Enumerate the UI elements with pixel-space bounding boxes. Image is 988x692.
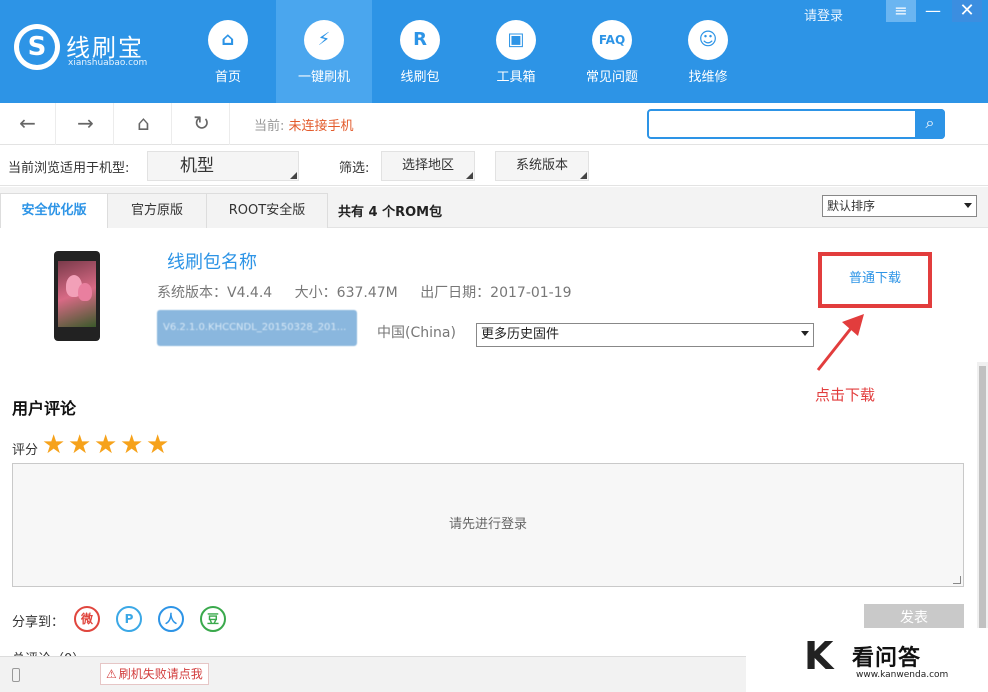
tab-root-safe[interactable]: ROOT安全版 [206, 193, 328, 228]
rom-meta: 系统版本：V4.4.4 大小：637.47M 出厂日期：2017-01-19 [157, 282, 590, 302]
download-button[interactable]: 普通下载 [822, 256, 928, 304]
renren-icon[interactable]: 人 [158, 606, 184, 632]
phone-thumbnail [54, 251, 100, 341]
watermark: K 看问答 www.kanwenda.com [746, 628, 988, 692]
resize-grip-icon[interactable] [953, 576, 961, 584]
star-icon[interactable]: ★ [42, 432, 68, 458]
forward-icon[interactable]: → [58, 103, 114, 145]
watermark-logo-icon: K [804, 634, 834, 678]
watermark-url: www.kanwenda.com [856, 670, 949, 680]
flash-fail-text: 刷机失败请点我 [118, 667, 203, 681]
search-icon[interactable]: ⌕ [915, 109, 945, 139]
app-logo: S 线刷宝 xianshuabao.com [14, 24, 194, 74]
nav-home[interactable]: ⌂ 首页 [180, 0, 276, 103]
weibo-icon[interactable]: 微 [74, 606, 100, 632]
model-label: 当前浏览适用于机型: [8, 161, 130, 176]
toolbar: ← → ⌂ ↻ 当前: 未连接手机 ⌕ [0, 103, 988, 145]
menu-icon[interactable]: ≡ [886, 0, 916, 22]
current-prefix: 当前: [254, 119, 285, 134]
logo-mark-icon: S [14, 24, 60, 70]
star-icon[interactable]: ★ [120, 432, 146, 458]
warning-icon: ⚠ [106, 667, 117, 681]
rom-region: 中国(China) [377, 325, 456, 341]
repair-icon: ☺ [688, 20, 728, 60]
watermark-name: 看问答 [852, 646, 922, 671]
release-date: 出厂日期：2017-01-19 [420, 285, 572, 301]
annotation-arrow-icon [816, 314, 864, 371]
main-nav: ⌂ 首页 ⚡ 一键刷机 R 线刷包 ▣ 工具箱 FAQ 常见问题 ☺ 找维修 [180, 0, 756, 103]
download-hint: 点击下载 [815, 386, 876, 404]
score-label: 评分 [12, 443, 39, 458]
download-highlight: 普通下载 [818, 252, 932, 308]
star-icon[interactable]: ★ [68, 432, 94, 458]
dropdown-corner-icon [290, 172, 297, 179]
nav-repair[interactable]: ☺ 找维修 [660, 0, 756, 103]
dropdown-corner-icon [580, 172, 587, 179]
scrollbar[interactable] [977, 362, 988, 656]
filter-label: 筛选: [339, 161, 370, 176]
tab-safe-optimized[interactable]: 安全优化版 [0, 193, 108, 228]
scrollbar-thumb[interactable] [979, 366, 986, 632]
chevron-down-icon [964, 203, 972, 208]
rom-count: 共有 4 个ROM包 [338, 205, 443, 220]
share-icons: 微 P 人 豆 [74, 606, 242, 632]
nav-toolbox[interactable]: ▣ 工具箱 [468, 0, 564, 103]
star-icon[interactable]: ★ [146, 432, 172, 458]
nav-one-click-flash[interactable]: ⚡ 一键刷机 [276, 0, 372, 103]
package-icon: R [400, 20, 440, 60]
app-domain: xianshuabao.com [68, 58, 148, 68]
nav-label: 找维修 [688, 70, 728, 85]
nav-rom-package[interactable]: R 线刷包 [372, 0, 468, 103]
build-tag: V6.2.1.0.KHCCNDL_20150328_201... [157, 310, 357, 346]
minimize-icon[interactable]: — [918, 0, 948, 22]
comment-placeholder: 请先进行登录 [448, 517, 527, 532]
douban-icon[interactable]: 豆 [200, 606, 226, 632]
history-value: 更多历史固件 [481, 327, 560, 342]
refresh-icon[interactable]: ↻ [174, 103, 230, 145]
phone-icon [12, 668, 20, 682]
login-link[interactable]: 请登录 [804, 5, 843, 24]
nav-label: 常见问题 [585, 70, 638, 85]
filter-bar: 当前浏览适用于机型: 机型 筛选: 选择地区 系统版本 [0, 146, 988, 186]
tab-official[interactable]: 官方原版 [107, 193, 207, 228]
search-input[interactable]: ⌕ [647, 109, 945, 139]
rom-size: 大小：637.47M [294, 285, 398, 301]
comments-title: 用户评论 [12, 399, 77, 418]
home-nav-icon[interactable]: ⌂ [116, 103, 172, 145]
version-select[interactable]: 系统版本 [495, 151, 589, 181]
faq-icon: FAQ [592, 20, 632, 60]
qzone-icon[interactable]: P [116, 606, 142, 632]
history-firmware-select[interactable]: 更多历史固件 [476, 323, 814, 347]
sort-select[interactable]: 默认排序 [822, 195, 977, 217]
region-select[interactable]: 选择地区 [381, 151, 475, 181]
lightning-icon: ⚡ [304, 20, 344, 60]
rom-name[interactable]: 线刷包名称 [167, 248, 257, 274]
nav-faq[interactable]: FAQ 常见问题 [564, 0, 660, 103]
rating-stars[interactable]: ★ ★ ★ ★ ★ [42, 432, 172, 458]
model-select[interactable]: 机型 [147, 151, 299, 181]
nav-label: 工具箱 [496, 70, 536, 85]
sort-value: 默认排序 [827, 199, 876, 213]
app-header: S 线刷宝 xianshuabao.com ⌂ 首页 ⚡ 一键刷机 R 线刷包 … [0, 0, 988, 103]
nav-label: 线刷包 [400, 70, 440, 85]
chevron-down-icon [801, 331, 809, 336]
back-icon[interactable]: ← [0, 103, 56, 145]
connection-status: 当前: 未连接手机 [254, 115, 354, 134]
flash-fail-help[interactable]: ⚠ 刷机失败请点我 [100, 663, 209, 685]
system-version: 系统版本：V4.4.4 [157, 285, 273, 301]
star-icon[interactable]: ★ [94, 432, 120, 458]
dropdown-corner-icon [466, 172, 473, 179]
comment-textarea[interactable]: 请先进行登录 [12, 463, 964, 587]
device-status: 未连接手机 [288, 119, 354, 134]
model-value: 机型 [180, 156, 214, 176]
region-select-label: 选择地区 [401, 158, 454, 173]
rom-tabs: 安全优化版 官方原版 ROOT安全版 共有 4 个ROM包 默认排序 [0, 187, 988, 228]
home-icon: ⌂ [208, 20, 248, 60]
share-label: 分享到： [12, 615, 65, 630]
close-icon[interactable]: ✕ [952, 0, 982, 22]
version-select-label: 系统版本 [515, 158, 568, 173]
nav-label: 一键刷机 [297, 70, 350, 85]
nav-label: 首页 [214, 70, 241, 85]
toolbox-icon: ▣ [496, 20, 536, 60]
